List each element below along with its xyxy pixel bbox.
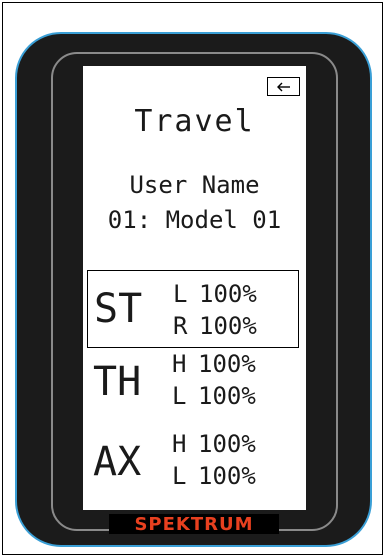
- channel-row[interactable]: R 100%: [173, 312, 257, 340]
- lcd-screen: Travel User Name 01: Model 01 ST L 100% R…: [83, 66, 306, 510]
- travel-value: 100%: [198, 382, 256, 410]
- channel-side: L: [173, 280, 188, 308]
- travel-value: 100%: [199, 280, 257, 308]
- channel-side: H: [172, 430, 187, 458]
- brand-name: SPEKTRUM: [134, 513, 254, 535]
- travel-value: 100%: [199, 312, 257, 340]
- channel-label: TH: [93, 359, 142, 405]
- travel-value: 100%: [198, 430, 256, 458]
- travel-value: 100%: [198, 462, 256, 490]
- page-title: Travel: [134, 104, 255, 139]
- channel-label: AX: [93, 439, 142, 485]
- channel-th-block[interactable]: TH H 100% L 100%: [87, 350, 299, 428]
- model-name-label: 01: Model 01: [107, 206, 282, 234]
- channel-row[interactable]: H 100%: [172, 430, 256, 458]
- travel-value: 100%: [198, 350, 256, 378]
- channel-row[interactable]: H 100%: [172, 350, 256, 378]
- channel-label: ST: [94, 286, 143, 332]
- brand-logo: SPEKTRUM: [109, 513, 279, 535]
- channel-side: R: [173, 312, 188, 340]
- channel-side: L: [172, 382, 187, 410]
- channel-side: L: [172, 462, 187, 490]
- channel-row[interactable]: L 100%: [173, 280, 257, 308]
- back-arrow-icon: [276, 82, 290, 91]
- user-name-label: User Name: [129, 171, 260, 199]
- channel-side: H: [172, 350, 187, 378]
- channel-st-block[interactable]: ST L 100% R 100%: [87, 270, 299, 348]
- channel-row[interactable]: L 100%: [172, 382, 256, 410]
- channel-row[interactable]: L 100%: [172, 462, 256, 490]
- channel-ax-block[interactable]: AX H 100% L 100%: [87, 428, 299, 506]
- back-button[interactable]: [267, 77, 300, 96]
